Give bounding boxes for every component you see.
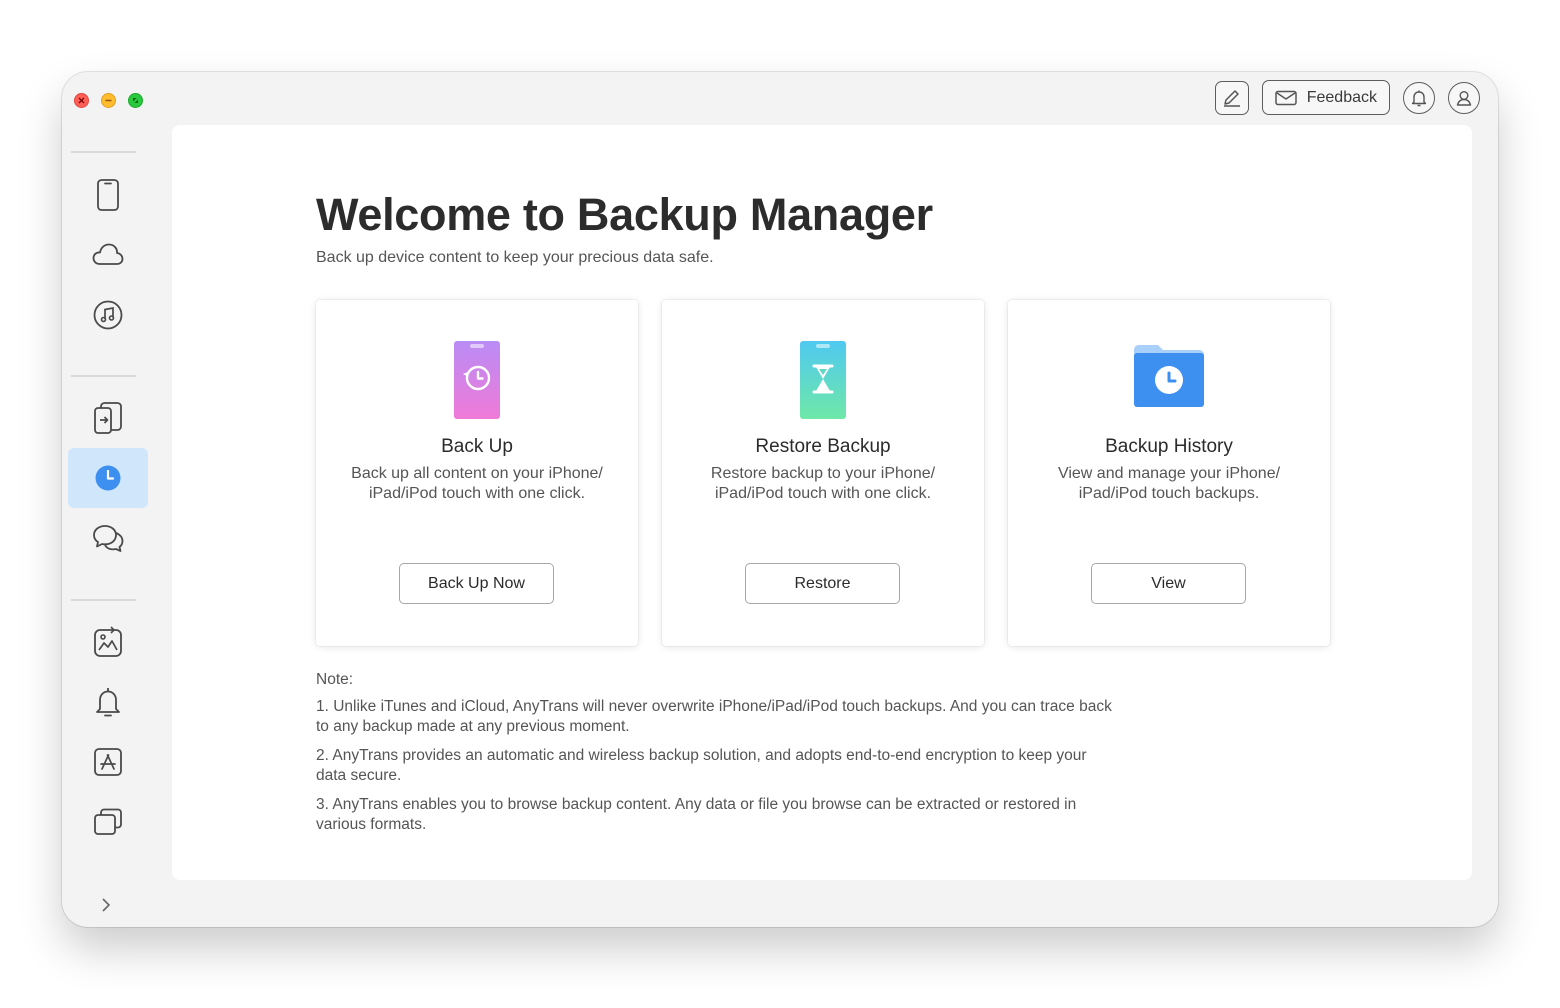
app-window: Feedback Welcome to Backup Manager Back … <box>62 72 1498 927</box>
sidebar-item-more[interactable] <box>68 792 148 852</box>
backup-clock-icon <box>95 465 121 491</box>
sidebar-item-messages[interactable] <box>68 508 148 568</box>
phone-transfer-icon <box>94 402 122 434</box>
note-line: various formats. <box>316 816 427 833</box>
bell-icon <box>96 688 120 717</box>
sidebar-item-backup-manager[interactable] <box>68 448 148 508</box>
bell-icon <box>1411 90 1427 106</box>
history-card: Backup History View and manage your iPho… <box>1008 300 1330 646</box>
backup-card-description: Back up all content on your iPhone/ iPad… <box>336 464 618 504</box>
note-line: 1. Unlike iTunes and iCloud, AnyTrans wi… <box>316 697 1112 715</box>
history-card-description: View and manage your iPhone/ iPad/iPod t… <box>1028 464 1310 504</box>
restore-button[interactable]: Restore <box>745 563 900 604</box>
restore-card-title: Restore Backup <box>755 436 891 457</box>
notifications-button[interactable] <box>1403 81 1435 114</box>
sidebar <box>62 72 170 927</box>
top-toolbar: Feedback <box>1214 80 1480 115</box>
edit-button[interactable] <box>1214 80 1249 115</box>
phone-icon <box>97 179 119 211</box>
history-card-title: Backup History <box>1105 436 1233 457</box>
backup-card-title: Back Up <box>441 436 513 457</box>
notes-heading: Note: <box>316 671 354 688</box>
note-line: 3. AnyTrans enables you to browse backup… <box>316 795 1077 813</box>
note-line: 2. AnyTrans provides an automatic and wi… <box>316 746 1087 764</box>
view-button[interactable]: View <box>1091 563 1246 604</box>
chevron-right-icon[interactable] <box>99 897 113 913</box>
desc-line: View and manage your iPhone/ <box>1057 465 1281 482</box>
folder-clock-icon <box>1134 345 1204 407</box>
sidebar-divider <box>71 599 136 601</box>
envelope-icon <box>1274 90 1297 105</box>
sidebar-item-device[interactable] <box>68 165 148 225</box>
user-icon <box>1456 90 1472 106</box>
desc-line: Back up all content on your iPhone/ <box>351 465 603 482</box>
page-subtitle: Back up device content to keep your prec… <box>316 249 714 266</box>
back-up-now-button[interactable]: Back Up Now <box>399 563 554 604</box>
note-item: 1. Unlike iTunes and iCloud, AnyTrans wi… <box>316 697 1176 738</box>
page-title: Welcome to Backup Manager <box>316 189 933 240</box>
note-item: 2. AnyTrans provides an automatic and wi… <box>316 746 1176 787</box>
backup-card: Back Up Back up all content on your iPho… <box>316 300 638 646</box>
desc-line: iPad/iPod touch backups. <box>1078 485 1260 502</box>
sidebar-item-app-store[interactable] <box>68 732 148 792</box>
note-line: to any backup made at any previous momen… <box>316 718 630 735</box>
cloud-icon <box>92 243 124 265</box>
notes-section: Note: 1. Unlike iTunes and iCloud, AnyTr… <box>316 670 1176 844</box>
feedback-button[interactable]: Feedback <box>1261 80 1390 115</box>
chat-bubbles-icon <box>93 525 124 552</box>
restore-card-description: Restore backup to your iPhone/ iPad/iPod… <box>682 464 964 504</box>
account-button[interactable] <box>1448 81 1480 114</box>
sidebar-item-photos[interactable] <box>68 612 148 672</box>
photo-sync-icon <box>94 626 122 657</box>
sidebar-divider <box>71 151 136 153</box>
main-content: Welcome to Backup Manager Back up device… <box>172 125 1472 880</box>
sidebar-item-itunes[interactable] <box>68 285 148 345</box>
restore-hourglass-icon <box>800 341 846 419</box>
note-line: data secure. <box>316 767 402 784</box>
sidebar-item-icloud[interactable] <box>68 225 148 285</box>
desc-line: Restore backup to your iPhone/ <box>710 465 936 482</box>
music-icon <box>93 300 123 330</box>
desc-line: iPad/iPod touch with one click. <box>368 485 586 502</box>
edit-icon <box>1223 89 1240 107</box>
stacked-windows-icon <box>94 808 122 835</box>
sidebar-item-transfer[interactable] <box>68 388 148 448</box>
app-store-icon <box>94 748 122 776</box>
restore-card: Restore Backup Restore backup to your iP… <box>662 300 984 646</box>
sidebar-item-ringtones[interactable] <box>68 672 148 732</box>
sidebar-divider <box>71 375 136 377</box>
note-item: 3. AnyTrans enables you to browse backup… <box>316 795 1176 836</box>
backup-phone-icon <box>454 341 500 419</box>
feedback-label: Feedback <box>1306 88 1377 106</box>
desc-line: iPad/iPod touch with one click. <box>714 485 932 502</box>
